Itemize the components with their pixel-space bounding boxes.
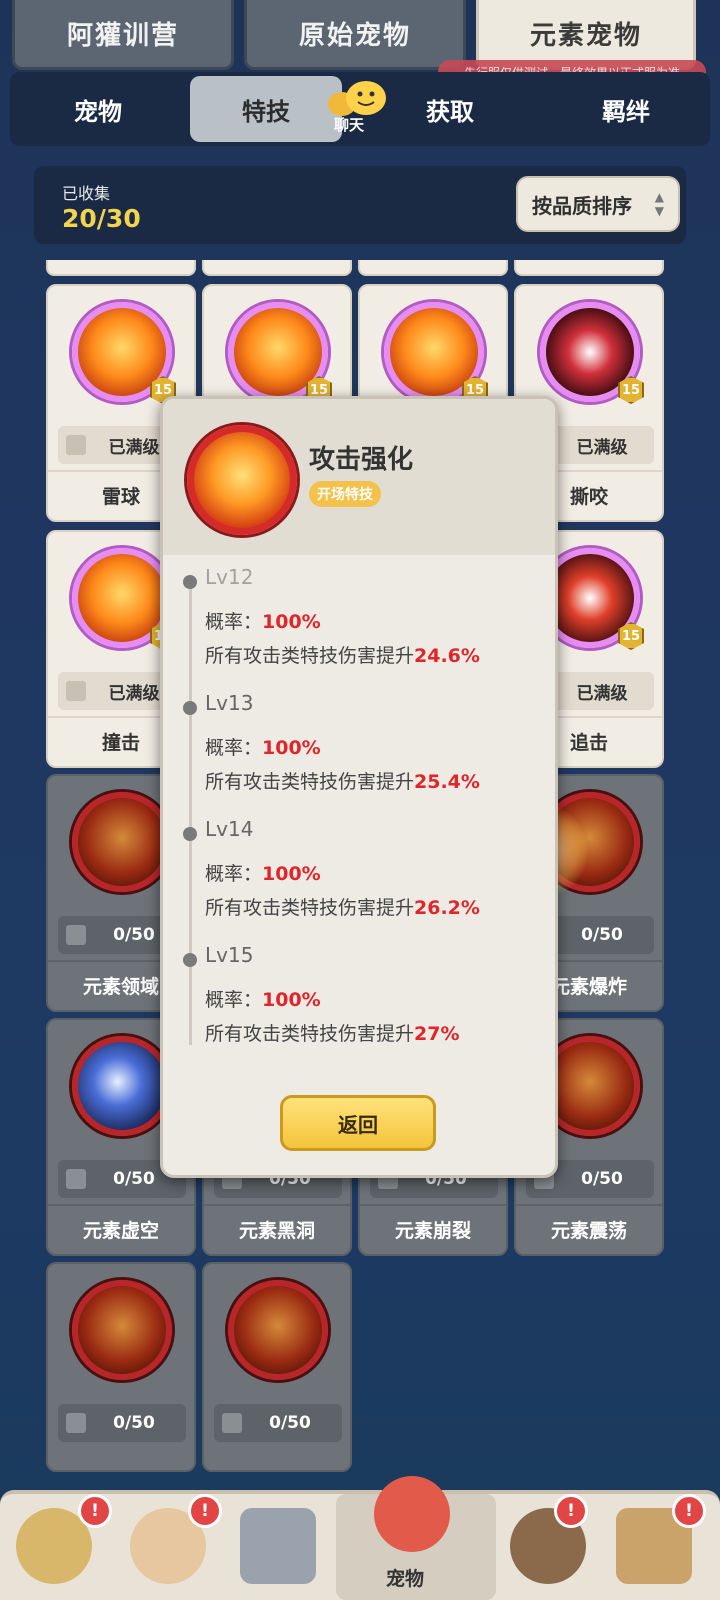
card-peek [46, 260, 196, 276]
card-peek [358, 260, 508, 276]
level-name: Lv12 [205, 565, 254, 589]
tab-primal-pets[interactable]: 原始宠物 [244, 0, 466, 70]
level-effect: 所有攻击类特技伤害提升24.6% [205, 645, 480, 667]
level-dot [183, 953, 197, 967]
level-effect: 所有攻击类特技伤害提升25.4% [205, 771, 480, 793]
puzzle-piece-icon [66, 681, 86, 701]
level-name: Lv15 [205, 943, 254, 967]
pet-dino-icon [374, 1476, 450, 1552]
sub-tab-skills[interactable]: 特技 [190, 76, 342, 142]
card-peek [514, 260, 664, 276]
sub-tab-bonds[interactable]: 羁绊 [546, 76, 706, 142]
nav-item-equipment[interactable] [230, 1496, 326, 1596]
puzzle-piece-icon [222, 1413, 242, 1433]
element-domain-icon [72, 792, 172, 892]
level-effect: 所有攻击类特技伤害提升27% [205, 1023, 460, 1045]
skill-detail-modal: 攻击强化 开场特技 Lv12 概率：100% 所有攻击类特技伤害提升24.6% … [160, 396, 558, 1178]
opening-skill-tag: 开场特技 [309, 481, 381, 507]
element-void-icon [72, 1036, 172, 1136]
sub-tab-pets[interactable]: 宠物 [18, 76, 178, 142]
card-name: 元素震荡 [516, 1204, 662, 1252]
skill-card[interactable]: 0/50 [46, 1262, 196, 1472]
level-dot [183, 827, 197, 841]
attack-boost-icon [187, 425, 297, 535]
level-rate: 概率：100% [205, 737, 321, 759]
level-dot [183, 575, 197, 589]
level-timeline [189, 575, 192, 1045]
puzzle-piece-icon [66, 435, 86, 455]
alert-badge-icon: ! [188, 1494, 222, 1528]
card-name: 元素黑洞 [204, 1204, 350, 1252]
level-rate: 概率：100% [205, 989, 321, 1011]
alert-badge-icon: ! [554, 1494, 588, 1528]
chat-label[interactable]: 聊天 [334, 114, 364, 135]
alert-badge-icon: ! [672, 1494, 706, 1528]
sword-shield-icon [240, 1508, 316, 1584]
level-name: Lv13 [205, 691, 254, 715]
sort-arrows-icon: ▲ ▼ [654, 190, 664, 218]
back-button[interactable]: 返回 [280, 1095, 436, 1151]
level-name: Lv14 [205, 817, 254, 841]
sub-tab-obtain[interactable]: 获取 [370, 76, 530, 142]
attack-boost-icon [72, 1280, 172, 1380]
alert-badge-icon: ! [78, 1494, 112, 1528]
card-peek [202, 260, 352, 276]
tab-training-camp[interactable]: 阿獾训营 [12, 0, 234, 70]
sort-by-quality-button[interactable]: 按品质排序 ▲ ▼ [516, 176, 680, 232]
sort-button-label: 按品质排序 [532, 193, 632, 218]
skill-card[interactable]: 0/50 [202, 1262, 352, 1472]
level-rate: 概率：100% [205, 611, 321, 633]
level-rate: 概率：100% [205, 863, 321, 885]
fury-face-icon [228, 1280, 328, 1380]
modal-title: 攻击强化 [309, 445, 414, 475]
collected-count: 20/30 [62, 204, 141, 233]
collected-label: 已收集 [62, 184, 111, 203]
nav-item-pets[interactable] [364, 1464, 460, 1564]
card-name: 元素崩裂 [360, 1204, 506, 1252]
level-dot [183, 701, 197, 715]
puzzle-piece-icon [66, 1413, 86, 1433]
nav-label-pets: 宠物 [386, 1568, 425, 1590]
puzzle-piece-icon [66, 1169, 86, 1189]
level-effect: 所有攻击类特技伤害提升26.2% [205, 897, 480, 919]
puzzle-piece-icon [66, 925, 86, 945]
card-name: 元素虚空 [48, 1204, 194, 1252]
